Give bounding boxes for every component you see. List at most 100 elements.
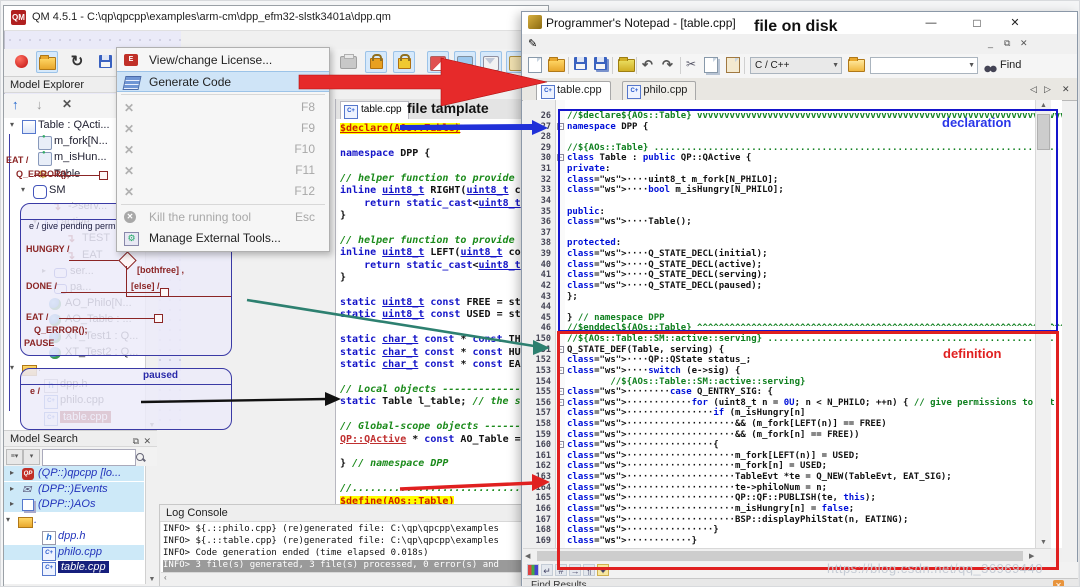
expand-icon[interactable]: ▸ [10, 499, 14, 508]
guard-label[interactable]: [bothfree] , [137, 265, 181, 275]
mdi-minimize-icon[interactable]: _ [988, 38, 993, 48]
find-combo[interactable]: ▼ [870, 57, 978, 74]
log-line[interactable]: INFO> ${.::philo.cpp} (re)generated file… [163, 524, 549, 536]
expand-icon[interactable]: ▸ [10, 484, 14, 493]
new-model-button[interactable] [10, 51, 32, 73]
close-file-button[interactable] [618, 57, 635, 77]
guard-label[interactable]: [else] / [131, 281, 160, 291]
search-item-dpp-events[interactable]: ▸✉(DPP::)Events [4, 482, 144, 497]
template-code-line[interactable] [340, 322, 524, 334]
template-code-line[interactable] [340, 446, 524, 458]
events-view-button[interactable] [480, 51, 502, 73]
template-code-line[interactable] [340, 471, 524, 483]
template-code-line[interactable]: static char_t const * const HU [340, 347, 524, 359]
template-code-line[interactable]: static Table l_table; // the s [340, 396, 524, 408]
tab-close-icon[interactable]: ✕ [1062, 84, 1070, 95]
collapse-icon[interactable]: ▾ [10, 363, 14, 372]
search-item-dpp-h[interactable]: hdpp.h [4, 529, 144, 544]
tab-table-cpp[interactable]: C+table.cpp [536, 81, 611, 100]
template-code-line[interactable]: QP::QActive * const AO_Table = [340, 434, 524, 446]
template-code-line[interactable] [340, 371, 524, 383]
template-code-line[interactable]: namespace DPP { [340, 148, 524, 160]
tab-next-icon[interactable]: ▷ [1044, 84, 1051, 95]
package-view-button[interactable] [427, 51, 449, 73]
open-file-button[interactable] [548, 57, 565, 77]
menu-item-manage-external-tools[interactable]: ⚙Manage External Tools... [117, 228, 329, 249]
find-label[interactable]: Find [1000, 59, 1021, 71]
log-line[interactable]: INFO> Code generation ended (time elapse… [163, 548, 549, 560]
save-button[interactable] [574, 57, 587, 75]
template-code-line[interactable]: inline uint8_t LEFT(uint8_t co [340, 247, 524, 259]
transition-label[interactable]: EAT / [26, 312, 48, 322]
search-item-qp-qpcpp-lo[interactable]: ▸QP(QP::)qpcpp [lo... [4, 466, 144, 481]
tab-prev-icon[interactable]: ◁ [1030, 84, 1037, 95]
minimize-button[interactable]: — [920, 14, 942, 32]
new-file-button[interactable] [528, 57, 542, 78]
qm-titlebar[interactable]: QM QM 4.5.1 - C:\qp\qpcpp\examples\arm-c… [4, 6, 548, 31]
template-code-line[interactable]: // Local objects ------------- [340, 384, 524, 396]
template-code-line[interactable]: static char_t const * const TH [340, 334, 524, 346]
save-all-button[interactable] [594, 57, 607, 75]
transition-label[interactable]: DONE / [26, 281, 57, 291]
log-scrollbar[interactable]: ‹ [161, 572, 552, 586]
collapse-icon[interactable]: ▾ [6, 515, 10, 524]
menu-item-view-change-license[interactable]: EView/change License... [117, 50, 329, 71]
search-item-[interactable]: ▾. [4, 513, 144, 528]
template-code-line[interactable]: static char_t const * const EA [340, 359, 524, 371]
tab-table-cpp[interactable]: C+ table.cpp [340, 101, 409, 119]
tab-philo-cpp[interactable]: C+philo.cpp [622, 81, 696, 100]
menu-item-f11[interactable]: ✕F11 [117, 160, 329, 181]
search-item-table-cpp[interactable]: C+table.cpp [4, 560, 144, 575]
copy-button[interactable] [704, 57, 718, 78]
template-code-line[interactable] [340, 284, 524, 296]
project-button[interactable] [848, 57, 865, 77]
log-line[interactable]: INFO> 3 file(s) generated, 3 file(s) pro… [163, 560, 547, 572]
template-code-line[interactable]: // Global-scope objects ------ [340, 421, 524, 433]
mdi-restore-icon[interactable]: ⧉ [1004, 38, 1010, 49]
choice-point[interactable] [118, 251, 136, 269]
scroll-left-icon[interactable]: ◀ [525, 552, 530, 560]
transition-label[interactable]: HUNGRY / [26, 244, 70, 254]
template-code-line[interactable]: static uint8_t const USED = st [340, 309, 524, 321]
template-code-line[interactable]: $define(AOs::Table) [340, 496, 524, 504]
template-code-line[interactable] [340, 409, 524, 421]
menu-item-generate-code[interactable]: Generate CodeF7 [117, 71, 329, 92]
find-button[interactable] [984, 60, 997, 78]
filter-button[interactable]: ≡▾ [6, 449, 23, 465]
cut-button[interactable]: ✂ [686, 57, 696, 71]
search-scrollbar[interactable]: ▼ [145, 466, 158, 584]
language-select[interactable]: C / C++▼ [750, 57, 842, 74]
template-code-line[interactable]: // helper function to provide [340, 235, 524, 247]
close-find-results-icon[interactable]: ✕ [1053, 580, 1064, 587]
redo-button[interactable]: ↷ [662, 57, 673, 73]
scroll-down-icon[interactable]: ▼ [146, 576, 158, 583]
menu-item-f9[interactable]: ✕F9 [117, 118, 329, 139]
template-code-line[interactable]: //............................ [340, 483, 524, 495]
template-code-line[interactable]: } // namespace DPP [340, 458, 524, 470]
template-code-line[interactable]: // helper function to provide [340, 173, 524, 185]
template-code-line[interactable]: static uint8_t const FREE = st [340, 297, 524, 309]
state-title[interactable]: paused [143, 370, 178, 381]
menu-item-f10[interactable]: ✕F10 [117, 139, 329, 160]
template-code-line[interactable]: } [340, 210, 524, 222]
state-entry-action[interactable]: e / [30, 386, 40, 396]
template-code-line[interactable]: return static_cast<uint8_t [340, 198, 524, 210]
search-item-dpp-aos[interactable]: ▸(DPP::)AOs [4, 497, 144, 512]
diagram-view-button[interactable] [454, 51, 476, 73]
expand-icon[interactable]: ▸ [10, 468, 14, 477]
lock-button[interactable] [365, 51, 387, 73]
template-code-line[interactable] [340, 160, 524, 172]
search-item-philo-cpp[interactable]: C+philo.cpp [4, 545, 144, 560]
unlock-button[interactable] [393, 51, 415, 73]
filter-options-button[interactable]: ▾ [23, 449, 40, 465]
delete-icon[interactable]: ✕ [62, 97, 72, 111]
log-line[interactable]: INFO> ${.::table.cpp} (re)generated file… [163, 536, 549, 548]
save-model-button[interactable] [94, 51, 116, 73]
open-model-button[interactable] [36, 51, 58, 73]
print-button[interactable] [337, 51, 359, 73]
template-code-line[interactable] [340, 222, 524, 234]
transition-label[interactable]: PAUSE [24, 338, 54, 348]
state-paused[interactable]: paused e / [20, 368, 181, 430]
menu-item-f8[interactable]: ✕F8 [117, 97, 329, 118]
move-up-icon[interactable]: ↑ [12, 97, 19, 112]
